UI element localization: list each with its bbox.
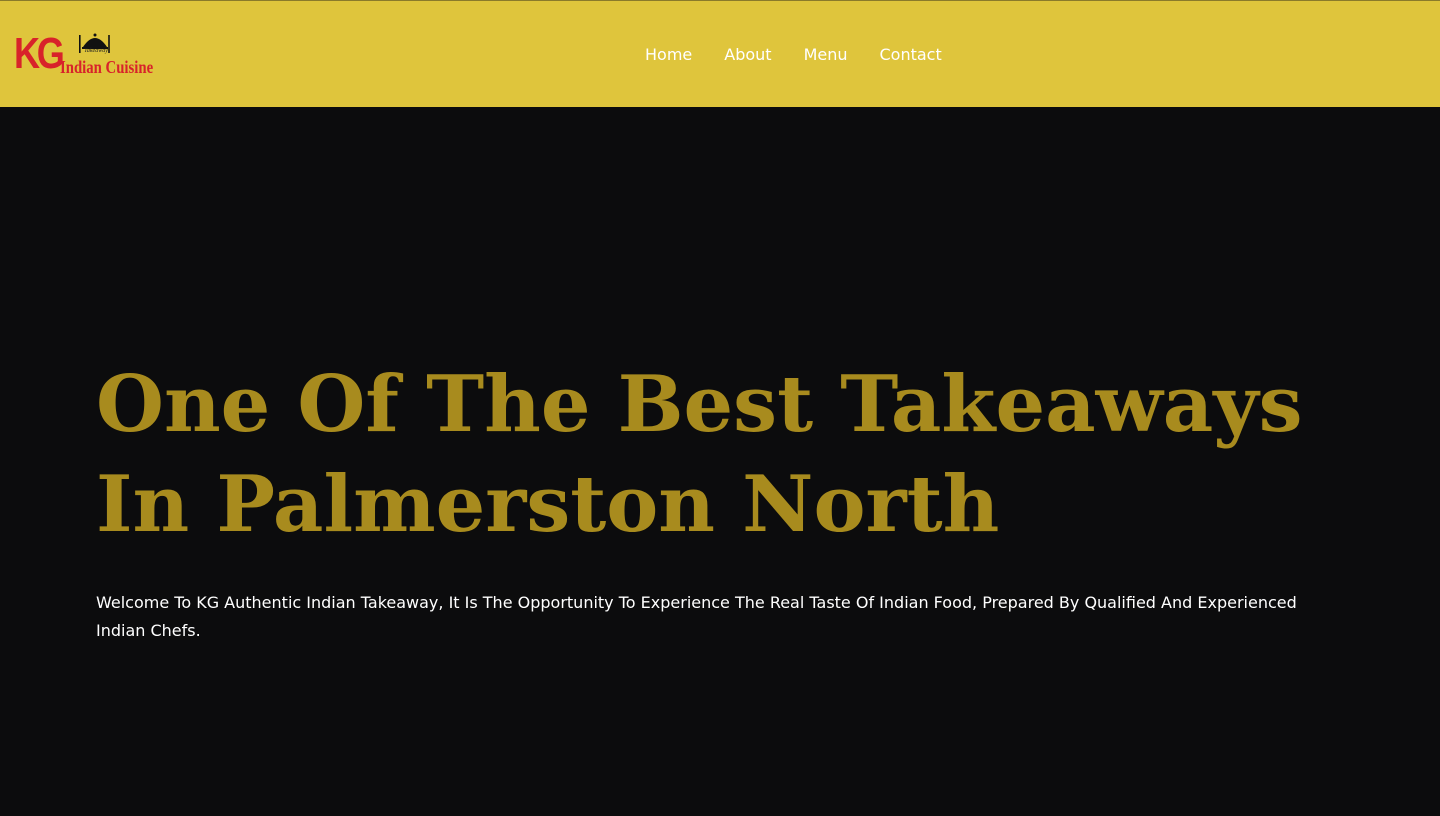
logo-tagline: Takeaway [84,48,108,54]
nav-menu[interactable]: Menu [788,41,864,69]
site-header: KG Takeaway Indian Cuisine Home About Me… [0,0,1440,107]
hero-section: One Of The Best Takeaways In Palmerston … [0,107,1440,816]
nav-home[interactable]: Home [629,41,708,69]
hero-title-line-1: One Of The Best Takeaways [96,359,1303,450]
main-nav: Home About Menu Contact [629,41,958,69]
nav-about[interactable]: About [708,41,787,69]
hero-title: One Of The Best Takeaways In Palmerston … [96,355,1326,555]
hero-description: Welcome To KG Authentic Indian Takeaway,… [96,593,1297,640]
nav-contact[interactable]: Contact [864,41,958,69]
logo-mark: KG [14,29,65,78]
hero-title-line-2: In Palmerston North [96,459,1000,550]
site-logo[interactable]: KG Takeaway Indian Cuisine [14,29,153,79]
logo-name: Indian Cuisine [60,57,154,77]
